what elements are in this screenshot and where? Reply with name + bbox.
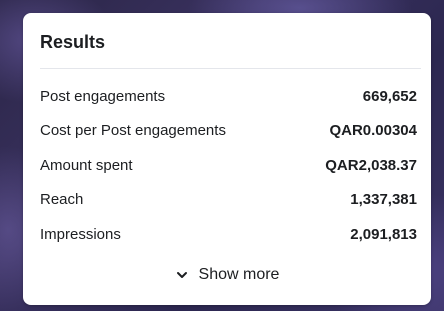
metric-row-reach: Reach 1,337,381	[40, 183, 417, 218]
metric-label: Impressions	[40, 225, 121, 243]
metric-row-amount-spent: Amount spent QAR2,038.37	[40, 148, 417, 183]
metric-value: 2,091,813	[350, 225, 417, 243]
results-list: Post engagements 669,652 Cost per Post e…	[40, 79, 417, 252]
show-more-label: Show more	[198, 266, 280, 283]
metric-value: QAR0.00304	[329, 122, 417, 140]
metric-value: 669,652	[362, 87, 417, 105]
metric-value: 1,337,381	[350, 191, 417, 209]
divider	[40, 68, 421, 69]
metric-row-impressions: Impressions 2,091,813	[40, 217, 417, 252]
metric-label: Reach	[40, 191, 84, 209]
metric-value: QAR2,038.37	[325, 156, 417, 174]
show-more-button[interactable]: Show more	[23, 263, 431, 287]
chevron-down-icon	[176, 272, 187, 278]
metric-label: Post engagements	[40, 87, 166, 105]
results-card: Results Post engagements 669,652 Cost pe…	[23, 13, 431, 305]
metric-row-cost-per-post-engagement: Cost per Post engagements QAR0.00304	[40, 114, 417, 149]
metric-label: Amount spent	[40, 156, 133, 174]
metric-row-post-engagements: Post engagements 669,652	[40, 79, 417, 114]
metric-label: Cost per Post engagements	[40, 122, 226, 140]
results-title: Results	[40, 32, 106, 52]
